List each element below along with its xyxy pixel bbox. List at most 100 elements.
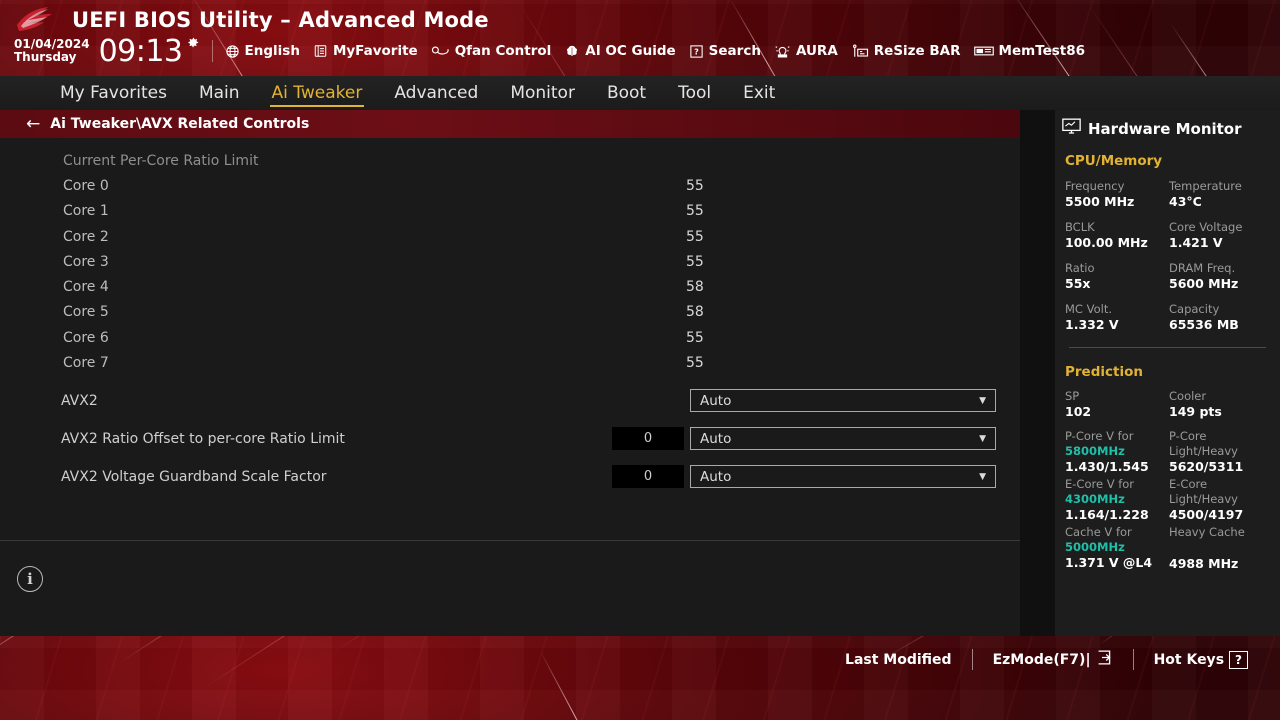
hm-key-accent: 5000MHz (1065, 540, 1125, 554)
hm-row: Frequency 5500 MHz Temperature 43°C (1055, 169, 1280, 210)
tab-ai-tweaker[interactable]: Ai Tweaker (256, 76, 379, 110)
hm-value: 1.164/1.228 (1065, 507, 1149, 522)
header-item-label: Qfan Control (454, 43, 552, 59)
hm-key: E-Core V for (1065, 477, 1135, 491)
header-bar: UEFI BIOS Utility – Advanced Mode 01/04/… (0, 0, 1280, 76)
hm-key: SP (1065, 389, 1080, 403)
hm-cell-pcore-light-heavy: P-Core Light/Heavy 5620/5311 (1169, 429, 1273, 475)
header-item-resize-bar[interactable]: ReSize BAR (851, 43, 961, 59)
hm-cell-ratio: Ratio 55x (1065, 261, 1169, 292)
core-label: Core 6 (63, 329, 109, 346)
tab-advanced[interactable]: Advanced (378, 76, 494, 110)
ezmode-button[interactable]: EzMode(F7)| (973, 650, 1133, 669)
hm-value: 1.371 V @L4 (1065, 555, 1153, 570)
core-row-0: Core 0 55 (0, 173, 1020, 198)
hm-row: Cache V for 5000MHz 1.371 V @L4 Heavy Ca… (1055, 523, 1280, 572)
hm-cell-cache-v: Cache V for 5000MHz 1.371 V @L4 (1065, 525, 1169, 572)
hm-value: 100.00 MHz (1065, 235, 1148, 250)
settings-list: Current Per-Core Ratio Limit Core 0 55 C… (0, 138, 1020, 540)
decor-streak (199, 636, 385, 691)
hm-prediction-group: Prediction SP 102 Cooler 149 pts P-Core … (1055, 348, 1280, 572)
header-item-ai-oc-guide[interactable]: AI OC Guide (564, 43, 676, 59)
hm-cell-mc-volt: MC Volt. 1.332 V (1065, 302, 1169, 333)
tab-exit[interactable]: Exit (727, 76, 791, 110)
hm-key: E-Core (1169, 477, 1208, 491)
avx2-guardband-dropdown[interactable]: Auto ▼ (690, 465, 996, 489)
header-item-memtest86[interactable]: MemTest86 (973, 43, 1085, 59)
hm-value: 149 pts (1169, 404, 1222, 419)
core-value: 55 (686, 329, 704, 346)
footer-bar: Last Modified EzMode(F7)| Hot Keys ? Ver… (0, 636, 1280, 720)
brain-icon (564, 44, 580, 59)
tab-tool[interactable]: Tool (662, 76, 727, 110)
rog-logo-icon (14, 6, 60, 34)
hm-key: BCLK (1065, 220, 1095, 234)
header-item-english[interactable]: English (225, 43, 300, 59)
monitor-icon (1062, 118, 1081, 139)
hm-cell-temperature: Temperature 43°C (1169, 179, 1273, 210)
header-item-label: ReSize BAR (873, 43, 961, 59)
core-value: 58 (686, 304, 704, 321)
hm-value: 1.421 V (1169, 235, 1223, 250)
hm-key: Ratio (1065, 261, 1095, 275)
tab-monitor[interactable]: Monitor (494, 76, 591, 110)
header-item-search[interactable]: ? Search (689, 43, 761, 59)
header-item-myfavorite[interactable]: MyFavorite (313, 43, 418, 59)
hm-value: 43°C (1169, 194, 1202, 209)
header-divider (211, 40, 213, 62)
header-item-aura[interactable]: AURA (774, 43, 838, 59)
header-item-label: AURA (795, 43, 838, 59)
breadcrumb: ← Ai Tweaker\AVX Related Controls (0, 110, 1020, 138)
hm-value: 1.332 V (1065, 317, 1119, 332)
hotkeys-button[interactable]: Hot Keys ? (1134, 650, 1268, 669)
avx2-ratio-offset-dropdown[interactable]: Auto ▼ (690, 427, 996, 451)
tab-main[interactable]: Main (183, 76, 256, 110)
info-icon[interactable]: i (17, 566, 43, 592)
header-item-label: AI OC Guide (585, 43, 676, 59)
decor-streak (329, 636, 482, 655)
date-text: 01/04/2024 (14, 36, 90, 51)
last-modified-button[interactable]: Last Modified (825, 652, 972, 668)
svg-text:?: ? (694, 46, 699, 56)
settings-panel: ← Ai Tweaker\AVX Related Controls Curren… (0, 110, 1020, 636)
hm-key-accent: 5800MHz (1065, 444, 1125, 458)
back-arrow-icon[interactable]: ← (26, 115, 40, 133)
footer-links: Last Modified EzMode(F7)| Hot Keys ? (825, 649, 1268, 670)
content-area: ← Ai Tweaker\AVX Related Controls Curren… (0, 110, 1280, 636)
hm-row: SP 102 Cooler 149 pts (1055, 380, 1280, 420)
hm-row: MC Volt. 1.332 V Capacity 65536 MB (1055, 292, 1280, 333)
tab-my-favorites[interactable]: My Favorites (44, 76, 183, 110)
main-menu-bar: My Favorites Main Ai Tweaker Advanced Mo… (0, 76, 1280, 110)
chevron-down-icon: ▼ (979, 433, 986, 444)
hm-row: BCLK 100.00 MHz Core Voltage 1.421 V (1055, 210, 1280, 251)
hm-cell-cooler: Cooler 149 pts (1169, 389, 1273, 420)
hm-key: Frequency (1065, 179, 1125, 193)
hm-value: 102 (1065, 404, 1092, 419)
avx2-dropdown[interactable]: Auto ▼ (690, 389, 996, 413)
date-display: 01/04/2024 Thursday (14, 36, 90, 65)
hm-value: 4988 MHz (1169, 556, 1239, 571)
core-label: Core 0 (63, 177, 109, 194)
header-item-label: English (244, 43, 300, 59)
exit-arrow-icon (1096, 650, 1113, 669)
dropdown-value: Auto (700, 468, 732, 485)
hm-key: Temperature (1169, 179, 1242, 193)
weekday-text: Thursday (14, 50, 77, 64)
hm-row: P-Core V for 5800MHz 1.430/1.545 P-Core … (1055, 420, 1280, 475)
hm-key-accent: 4300MHz (1065, 492, 1125, 506)
hm-cell-sp: SP 102 (1065, 389, 1169, 420)
gear-icon[interactable] (185, 35, 200, 54)
hardware-monitor-panel: Hardware Monitor CPU/Memory Frequency 55… (1055, 110, 1280, 636)
hm-row: E-Core V for 4300MHz 1.164/1.228 E-Core … (1055, 475, 1280, 523)
header-item-qfan-control[interactable]: Qfan Control (431, 43, 552, 59)
tab-boot[interactable]: Boot (591, 76, 662, 110)
hm-row: Ratio 55x DRAM Freq. 5600 MHz (1055, 251, 1280, 292)
memory-module-icon (973, 44, 994, 58)
core-value: 55 (686, 355, 704, 372)
hm-value: 65536 MB (1169, 317, 1239, 332)
aura-lamp-icon (774, 44, 791, 59)
decor-streak (1089, 6, 1186, 76)
hardware-monitor-title: Hardware Monitor (1088, 119, 1242, 138)
hardware-monitor-header: Hardware Monitor (1055, 110, 1280, 139)
app-title-row: UEFI BIOS Utility – Advanced Mode (14, 6, 489, 34)
